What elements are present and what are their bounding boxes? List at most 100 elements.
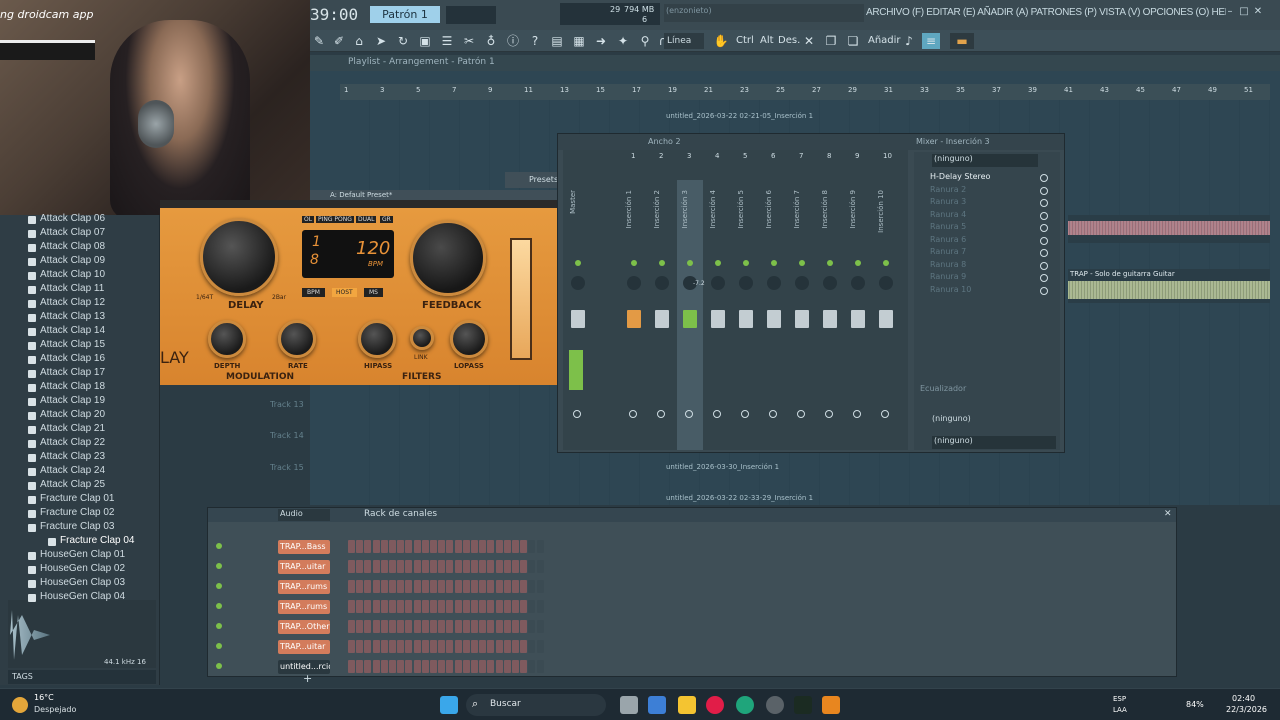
effect-slot[interactable]: Ranura 6: [920, 235, 1056, 247]
browser-item[interactable]: Attack Clap 06: [27, 213, 105, 227]
slot-enable-icon[interactable]: [1040, 224, 1048, 232]
step-button[interactable]: [380, 560, 388, 573]
step-button[interactable]: [536, 560, 544, 573]
channel-button[interactable]: TRAP...Other: [278, 620, 330, 634]
step-button[interactable]: [413, 540, 421, 553]
step-button[interactable]: [503, 640, 511, 653]
step-button[interactable]: [430, 660, 437, 673]
strip-led[interactable]: [827, 260, 833, 266]
audio-icon[interactable]: ♪: [900, 33, 918, 49]
browser-item[interactable]: Attack Clap 17: [27, 367, 105, 381]
step-button[interactable]: [397, 640, 405, 653]
step-button[interactable]: [430, 640, 437, 653]
step-button[interactable]: [356, 620, 364, 633]
step-button[interactable]: [372, 560, 380, 573]
step-button[interactable]: [438, 540, 446, 553]
des-button[interactable]: Des.: [778, 35, 800, 46]
browser-item[interactable]: Attack Clap 23: [27, 451, 105, 465]
effect-slot[interactable]: Ranura 2: [920, 185, 1056, 197]
step-button[interactable]: [389, 640, 396, 653]
step-button[interactable]: [413, 660, 421, 673]
record-arm-icon[interactable]: [629, 410, 637, 418]
mode-dual[interactable]: DUAL: [356, 216, 377, 223]
record-arm-icon[interactable]: [685, 410, 693, 418]
info-icon[interactable]: ⓘ: [504, 33, 522, 49]
step-button[interactable]: [528, 540, 536, 553]
step-button[interactable]: [446, 600, 454, 613]
step-button[interactable]: [397, 600, 405, 613]
browser-item[interactable]: Attack Clap 14: [27, 325, 105, 339]
browser-item[interactable]: Attack Clap 07: [27, 227, 105, 241]
mixer-strip[interactable]: 6 Inserción 6: [761, 152, 787, 450]
weather-icon[interactable]: [12, 697, 28, 713]
step-button[interactable]: [421, 600, 429, 613]
step-button[interactable]: [364, 640, 372, 653]
step-button[interactable]: [471, 560, 478, 573]
step-button[interactable]: [364, 620, 372, 633]
slot-enable-icon[interactable]: [1040, 199, 1048, 207]
effect-slot[interactable]: Ranura 4: [920, 210, 1056, 222]
add-button[interactable]: Añadir: [868, 35, 901, 46]
mixer-strip[interactable]: 3 Inserción 3: [677, 152, 703, 450]
pan-knob[interactable]: [851, 276, 865, 290]
browser-icon[interactable]: ▤: [548, 33, 566, 49]
volume-fader[interactable]: [683, 310, 697, 328]
step-button[interactable]: [462, 540, 470, 553]
step-button[interactable]: [528, 580, 536, 593]
step-button[interactable]: [405, 540, 413, 553]
browser-item[interactable]: Attack Clap 19: [27, 395, 105, 409]
sync-host[interactable]: HOST: [332, 288, 357, 297]
step-button[interactable]: [380, 620, 388, 633]
step-button[interactable]: [356, 660, 364, 673]
step-button[interactable]: [348, 620, 355, 633]
step-button[interactable]: [454, 620, 462, 633]
step-button[interactable]: [389, 660, 396, 673]
brush-icon[interactable]: ✐: [330, 33, 348, 49]
step-button[interactable]: [389, 560, 396, 573]
record-arm-icon[interactable]: [713, 410, 721, 418]
browser-item[interactable]: Attack Clap 21: [27, 423, 105, 437]
arrow-right-icon[interactable]: ➜: [592, 33, 610, 49]
pan-knob[interactable]: [795, 276, 809, 290]
step-button[interactable]: [438, 640, 446, 653]
step-button[interactable]: [536, 600, 544, 613]
mode-ol[interactable]: OL: [302, 216, 315, 223]
link-knob[interactable]: [410, 326, 434, 350]
step-button[interactable]: [462, 660, 470, 673]
clock-time[interactable]: 02:40: [1232, 694, 1255, 703]
strip-led[interactable]: [575, 260, 581, 266]
tags-bar[interactable]: TAGS: [8, 670, 156, 684]
step-button[interactable]: [462, 640, 470, 653]
step-button[interactable]: [503, 620, 511, 633]
browser-item[interactable]: Attack Clap 20: [27, 409, 105, 423]
effect-slot[interactable]: Ranura 7: [920, 247, 1056, 259]
slot-enable-icon[interactable]: [1040, 274, 1048, 282]
folder-icon[interactable]: [678, 696, 696, 714]
step-button[interactable]: [380, 660, 388, 673]
strip-led[interactable]: [743, 260, 749, 266]
step-button[interactable]: [454, 580, 462, 593]
step-button[interactable]: [479, 580, 487, 593]
step-button[interactable]: [536, 580, 544, 593]
discord-icon[interactable]: [766, 696, 784, 714]
mixer-strip[interactable]: 2 Inserción 2: [649, 152, 675, 450]
strip-led[interactable]: [659, 260, 665, 266]
step-button[interactable]: [495, 560, 503, 573]
pan-knob[interactable]: [711, 276, 725, 290]
record-arm-icon[interactable]: [797, 410, 805, 418]
step-button[interactable]: [389, 600, 396, 613]
browser-item[interactable]: Fracture Clap 03: [27, 521, 114, 535]
main-menu[interactable]: ARCHIVO (F) EDITAR (E) AÑADIR (A) PATRON…: [866, 4, 1226, 22]
presets-label[interactable]: Presets: [529, 175, 558, 184]
step-button[interactable]: [454, 540, 462, 553]
browser-item[interactable]: Attack Clap 24: [27, 465, 105, 479]
rate-knob[interactable]: [278, 320, 316, 358]
browser-item[interactable]: HouseGen Clap 01: [27, 549, 125, 563]
step-button[interactable]: [462, 620, 470, 633]
step-button[interactable]: [512, 620, 519, 633]
step-button[interactable]: [520, 560, 528, 573]
step-button[interactable]: [479, 660, 487, 673]
help-icon[interactable]: ?: [526, 33, 544, 49]
step-button[interactable]: [413, 560, 421, 573]
close-tool-icon[interactable]: ✕: [800, 33, 818, 49]
